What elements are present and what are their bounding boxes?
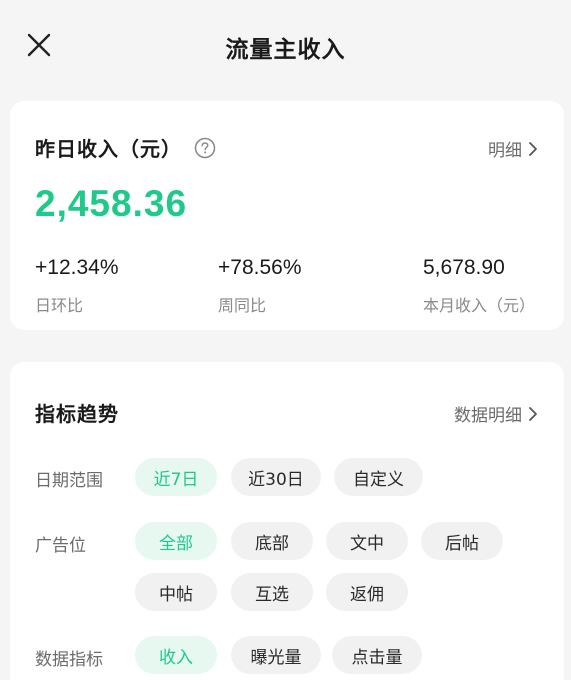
stat-value: 5,678.90 — [423, 256, 505, 279]
chip-date-7d[interactable]: 近7日 — [135, 458, 217, 496]
stat-week-over-week: +78.56% 周同比 — [218, 256, 302, 316]
income-card-title: 昨日收入（元） — [35, 137, 182, 161]
chip-slot-rebate[interactable]: 返佣 — [326, 573, 408, 611]
chip-metric-clicks[interactable]: 点击量 — [332, 636, 422, 674]
trend-card-title: 指标趋势 — [35, 402, 119, 426]
stat-label: 周同比 — [218, 296, 267, 315]
data-detail-link[interactable]: 数据明细 — [454, 401, 538, 426]
card-header: 指标趋势 — [35, 398, 119, 427]
chip-slot-bottom[interactable]: 底部 — [231, 522, 313, 560]
page-title: 流量主收入 — [225, 37, 346, 63]
yesterday-income-amount: 2,458.36 — [35, 183, 188, 224]
ad-slot-label: 广告位 — [35, 536, 86, 556]
income-detail-link[interactable]: 明细 — [488, 136, 538, 161]
chevron-right-icon — [529, 406, 537, 421]
question-circle-icon[interactable] — [194, 137, 216, 159]
card-header: 昨日收入（元） — [35, 133, 216, 162]
detail-link-label: 明细 — [488, 141, 522, 161]
nav-bar: 流量主收入 — [0, 0, 571, 92]
chevron-right-icon — [529, 141, 537, 156]
chip-slot-in-article[interactable]: 文中 — [326, 522, 408, 560]
chip-slot-mutual[interactable]: 互选 — [231, 573, 313, 611]
date-range-label: 日期范围 — [35, 471, 103, 491]
chip-date-30d[interactable]: 近30日 — [231, 458, 321, 496]
chip-slot-post[interactable]: 后帖 — [421, 522, 503, 560]
stat-value: +78.56% — [218, 256, 302, 279]
stat-day-over-day: +12.34% 日环比 — [35, 256, 119, 316]
metric-label: 数据指标 — [35, 650, 103, 670]
chip-metric-impressions[interactable]: 曝光量 — [231, 636, 321, 674]
chip-metric-income[interactable]: 收入 — [135, 636, 217, 674]
detail-link-label: 数据明细 — [454, 406, 522, 426]
stat-month-income: 5,678.90 本月收入（元） — [423, 256, 535, 316]
chip-slot-middle[interactable]: 中帖 — [135, 573, 217, 611]
stat-label: 日环比 — [35, 296, 84, 315]
metric-trend-card: 指标趋势 数据明细 日期范围 近7日 近30日 自定义 广告位 全部 底部 文中… — [10, 362, 564, 680]
chip-date-custom[interactable]: 自定义 — [334, 458, 423, 496]
yesterday-income-card: 昨日收入（元） 明细 2,458.36 +12.34% 日环比 +78.56% … — [10, 101, 564, 330]
stat-value: +12.34% — [35, 256, 119, 279]
stat-label: 本月收入（元） — [423, 296, 536, 315]
chip-slot-all[interactable]: 全部 — [135, 522, 217, 560]
